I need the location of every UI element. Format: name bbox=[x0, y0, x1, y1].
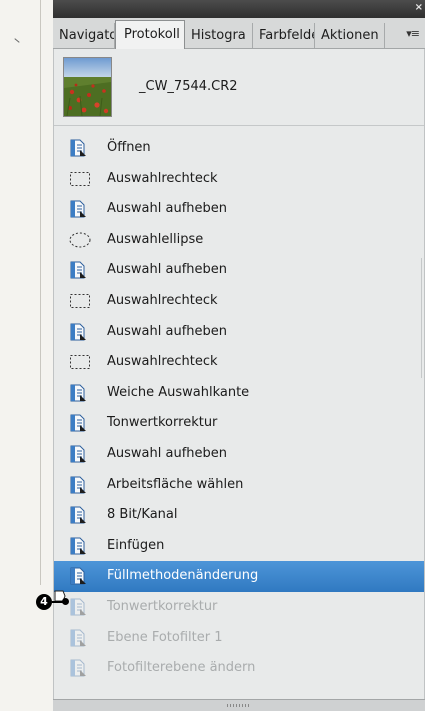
history-row[interactable]: Auswahl aufheben bbox=[54, 439, 424, 470]
history-rows: Öffnen Auswahlrechteck Auswahl aufheben Aus… bbox=[54, 133, 424, 684]
panel-resize-bar[interactable] bbox=[53, 699, 425, 711]
guide-line bbox=[40, 0, 41, 585]
history-row[interactable]: Auswahl aufheben bbox=[54, 255, 424, 286]
history-row-label: Auswahl aufheben bbox=[107, 201, 227, 217]
history-row[interactable]: Füllmethodenänderung bbox=[54, 561, 424, 592]
history-row-label: Auswahl aufheben bbox=[107, 262, 227, 278]
history-row-label: Auswahlrechteck bbox=[107, 292, 218, 308]
document-step-icon bbox=[69, 598, 87, 616]
history-list[interactable]: _CW_7544.CR2 Öffnen Auswahlrechteck Auswah… bbox=[53, 49, 425, 700]
history-panel: × Navigato Histogra Farbfelde Aktionen P… bbox=[53, 0, 425, 711]
history-row[interactable]: Tonwertkorrektur bbox=[54, 408, 424, 439]
history-row-label: Füllmethodenänderung bbox=[107, 568, 259, 584]
history-row-label: Ebene Fotofilter 1 bbox=[107, 629, 223, 645]
tab-histogram[interactable]: Histogra bbox=[185, 23, 253, 48]
history-row[interactable]: Einfügen bbox=[54, 531, 424, 562]
tab-actions[interactable]: Aktionen bbox=[315, 23, 385, 48]
tab-history[interactable]: Protokoll bbox=[115, 20, 185, 50]
panel-menu-icon[interactable]: ▾≡ bbox=[406, 27, 420, 40]
panel-title-bar[interactable]: × bbox=[53, 0, 425, 18]
ellipse-marquee-icon bbox=[69, 231, 91, 249]
history-row-label: Tonwertkorrektur bbox=[107, 415, 218, 431]
document-step-icon bbox=[69, 629, 87, 647]
document-step-icon bbox=[69, 659, 87, 677]
rect-marquee-icon bbox=[69, 292, 90, 310]
history-row-label: Auswahl aufheben bbox=[107, 445, 227, 461]
scroll-edge[interactable] bbox=[421, 258, 425, 378]
document-step-icon bbox=[69, 476, 87, 494]
document-step-icon bbox=[69, 384, 87, 402]
resize-grip-icon[interactable] bbox=[227, 704, 249, 707]
history-row[interactable]: Öffnen bbox=[54, 133, 424, 164]
tab-bar: Navigato Histogra Farbfelde Aktionen Pro… bbox=[53, 18, 425, 50]
document-step-icon bbox=[69, 323, 87, 341]
history-row-label: Auswahl aufheben bbox=[107, 323, 227, 339]
snapshot-row[interactable]: _CW_7544.CR2 bbox=[54, 49, 424, 126]
history-row-label: Auswahlrechteck bbox=[107, 170, 218, 186]
rect-marquee-icon bbox=[69, 170, 90, 188]
document-step-icon bbox=[69, 567, 87, 585]
document-step-icon bbox=[69, 261, 87, 279]
document-step-icon bbox=[69, 414, 87, 432]
history-row-label: Auswahlellipse bbox=[107, 231, 204, 247]
history-row[interactable]: Auswahlrechteck bbox=[54, 347, 424, 378]
history-row[interactable]: Ebene Fotofilter 1 bbox=[54, 623, 424, 654]
close-icon[interactable]: × bbox=[415, 0, 423, 16]
snapshot-label: _CW_7544.CR2 bbox=[139, 79, 238, 94]
history-row[interactable]: Fotofilterebene ändern bbox=[54, 653, 424, 684]
history-row-label: Arbeitsfläche wählen bbox=[107, 476, 244, 492]
callout-number-badge: 4 bbox=[36, 594, 52, 610]
document-step-icon bbox=[69, 537, 87, 555]
callout-dot bbox=[62, 598, 69, 605]
rect-marquee-icon bbox=[69, 353, 90, 371]
document-step-icon bbox=[69, 506, 87, 524]
history-row[interactable]: Auswahlrechteck bbox=[54, 164, 424, 195]
history-row-label: Auswahlrechteck bbox=[107, 354, 218, 370]
history-row[interactable]: Auswahlrechteck bbox=[54, 286, 424, 317]
history-row[interactable]: Arbeitsfläche wählen bbox=[54, 470, 424, 501]
history-row[interactable]: Weiche Auswahlkante bbox=[54, 378, 424, 409]
history-row-label: Einfügen bbox=[107, 537, 165, 553]
history-row-label: Öffnen bbox=[107, 140, 151, 155]
history-row[interactable]: Auswahl aufheben bbox=[54, 194, 424, 225]
tick-mark bbox=[14, 38, 20, 43]
history-row-label: Tonwertkorrektur bbox=[107, 598, 218, 614]
document-step-icon bbox=[69, 139, 87, 157]
history-row-label: 8 Bit/Kanal bbox=[107, 507, 178, 523]
tab-navigator[interactable]: Navigato bbox=[53, 23, 115, 48]
document-step-icon bbox=[69, 445, 87, 463]
history-row-label: Weiche Auswahlkante bbox=[107, 384, 250, 400]
history-row-label: Fotofilterebene ändern bbox=[107, 660, 256, 676]
snapshot-thumbnail bbox=[63, 57, 112, 117]
tab-swatches[interactable]: Farbfelde bbox=[253, 23, 315, 48]
history-row[interactable]: Auswahlellipse bbox=[54, 225, 424, 256]
history-row[interactable]: Tonwertkorrektur bbox=[54, 592, 424, 623]
history-row[interactable]: Auswahl aufheben bbox=[54, 317, 424, 348]
document-step-icon bbox=[69, 200, 87, 218]
history-row[interactable]: 8 Bit/Kanal bbox=[54, 500, 424, 531]
